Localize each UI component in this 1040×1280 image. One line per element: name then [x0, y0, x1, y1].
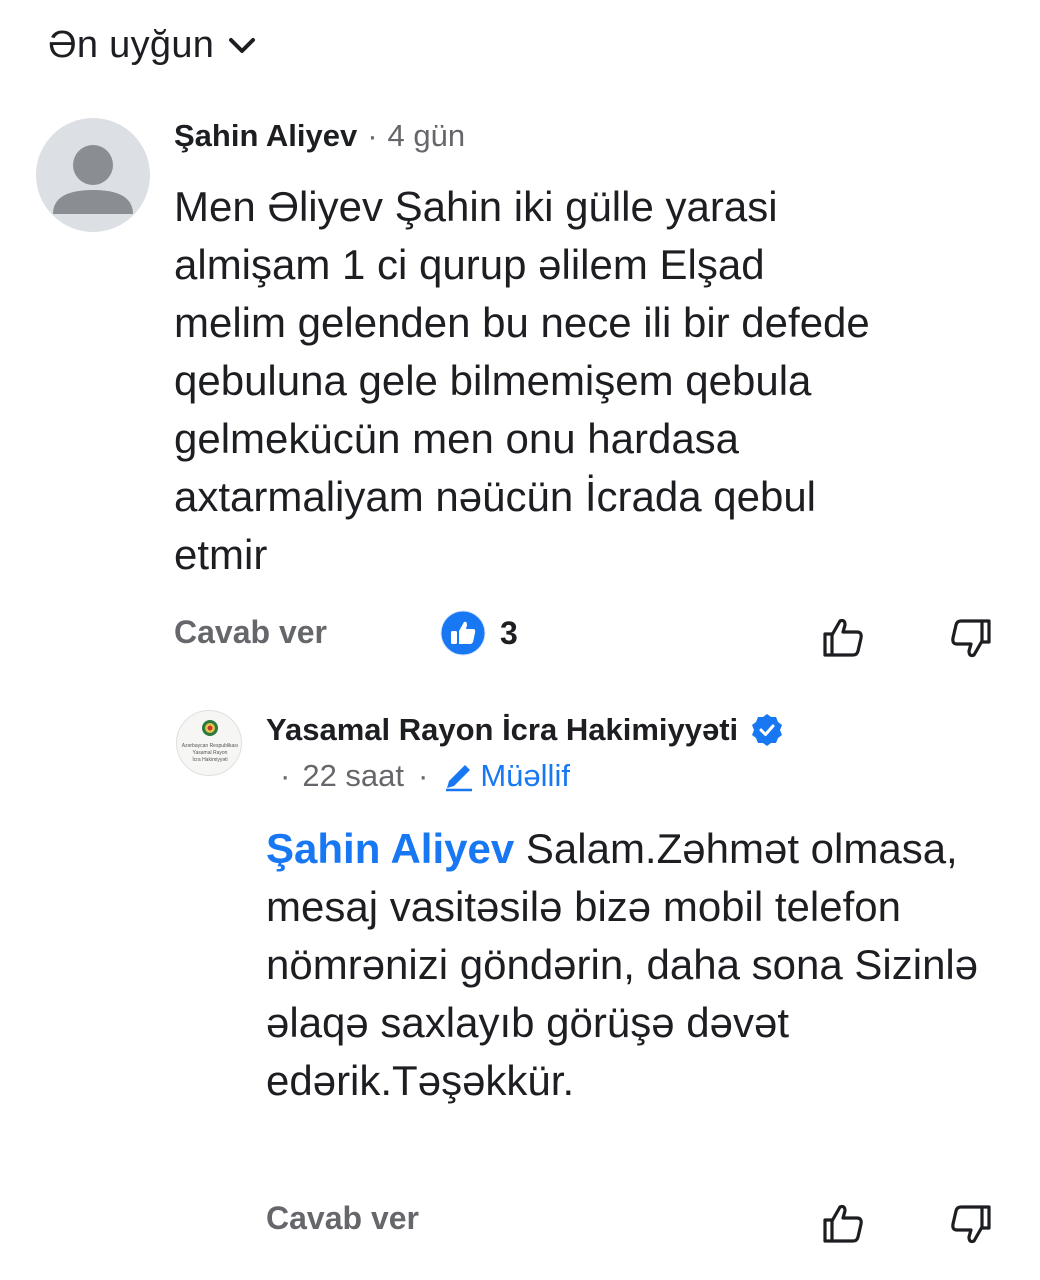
- comments-page: Ən uyğun Şahin Aliyev · 4 gün Men Əliyev…: [0, 0, 1040, 1280]
- reaction-summary[interactable]: 3: [440, 610, 518, 656]
- comment-header: Şahin Aliyev · 4 gün: [174, 118, 465, 154]
- default-user-icon: [53, 145, 133, 214]
- reply-button[interactable]: Cavab ver: [174, 614, 327, 651]
- author-tag: Müəllif: [442, 758, 570, 794]
- meta-separator: ·: [418, 758, 429, 793]
- meta-separator: ·: [280, 758, 291, 793]
- reply-text: Şahin Aliyev Salam.Zəhmət olmasa, mesaj …: [266, 820, 1016, 1110]
- reaction-count: 3: [500, 614, 518, 651]
- avatar[interactable]: [36, 118, 150, 232]
- reply-button[interactable]: Cavab ver: [266, 1200, 419, 1237]
- verified-badge-icon: [752, 714, 783, 746]
- thumbs-down-icon[interactable]: [948, 616, 994, 662]
- reply-meta: · 22 saat · Müəllif: [266, 758, 570, 794]
- comment-text: Men Əliyev Şahin iki gülle yarasi almişa…: [174, 183, 870, 578]
- thumbs-up-icon[interactable]: [820, 614, 866, 660]
- svg-text:Azərbaycan Respublikası: Azərbaycan Respublikası: [182, 743, 238, 749]
- thumbs-up-icon[interactable]: [820, 1200, 866, 1246]
- reply-author-name[interactable]: Yasamal Rayon İcra Hakimiyyəti: [266, 712, 738, 748]
- chevron-down-icon: [229, 37, 256, 53]
- sort-label: Ən uyğun: [48, 24, 215, 66]
- reply-header: Yasamal Rayon İcra Hakimiyyəti: [266, 712, 784, 748]
- emblem-logo: Azərbaycan Respublikası Yasamal Rayon İc…: [182, 720, 238, 763]
- svg-text:İcra Hakimiyyəti: İcra Hakimiyyəti: [192, 756, 227, 763]
- meta-separator: ·: [367, 118, 378, 153]
- comment-author-name[interactable]: Şahin Aliyev: [174, 118, 357, 154]
- pencil-icon: [446, 765, 473, 792]
- comment-time[interactable]: 4 gün: [388, 118, 466, 154]
- thumbs-down-icon[interactable]: [948, 1202, 994, 1248]
- svg-text:Yasamal Rayon: Yasamal Rayon: [193, 750, 228, 756]
- page-avatar[interactable]: Azərbaycan Respublikası Yasamal Rayon İc…: [176, 710, 242, 776]
- sort-dropdown[interactable]: Ən uyğun: [48, 24, 256, 67]
- reply-actions: Cavab ver: [266, 1196, 1004, 1250]
- like-reaction-icon: [440, 610, 486, 656]
- comment-actions: Cavab ver 3: [174, 610, 1004, 664]
- reply-time[interactable]: 22 saat: [302, 758, 404, 794]
- mention-link[interactable]: Şahin Aliyev: [266, 825, 514, 872]
- author-tag-label: Müəllif: [480, 758, 570, 793]
